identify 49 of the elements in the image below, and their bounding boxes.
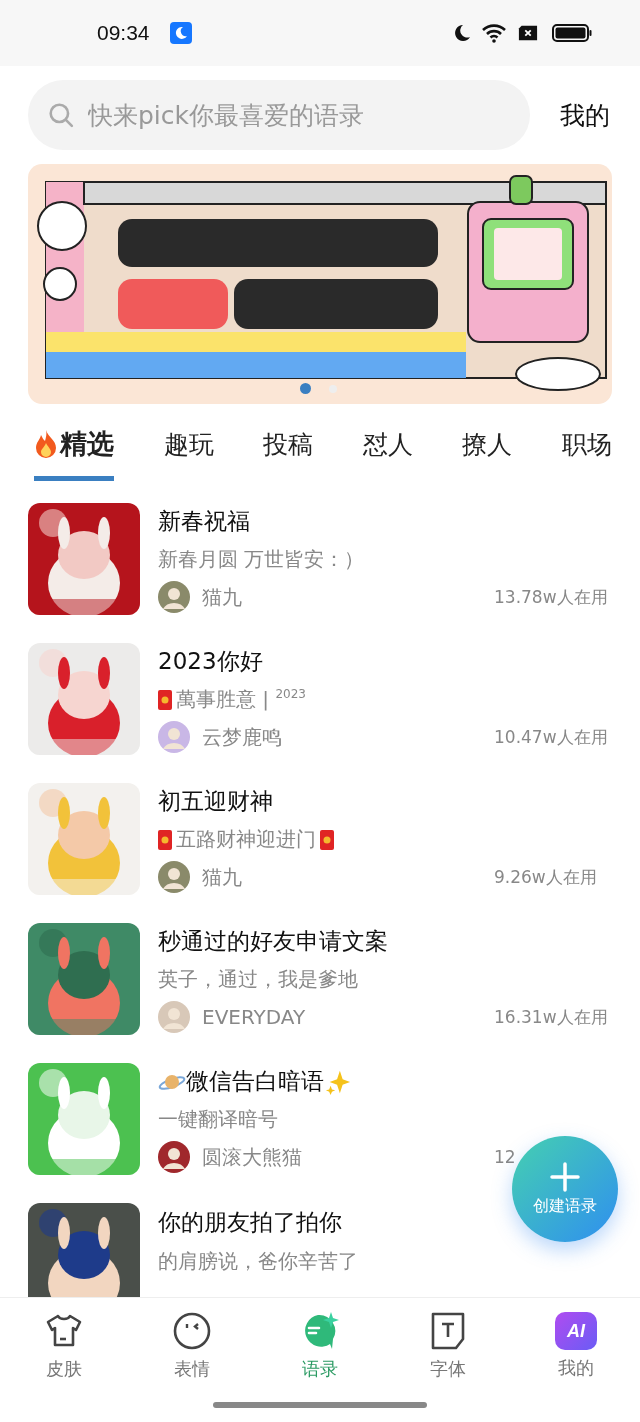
nav-tab[interactable]: 皮肤 [19, 1311, 109, 1381]
quote-subtitle: 一键翻译暗号 [158, 1106, 278, 1134]
category-tab[interactable]: 怼人 [362, 426, 413, 481]
quote-subtitle: 萬事胜意 | $^{2023}$ [176, 686, 306, 714]
search-field[interactable]: 快来pick你最喜爱的语录 [28, 80, 530, 150]
carousel-dot[interactable] [329, 384, 337, 393]
nav-tab[interactable]: 字体 [403, 1311, 493, 1381]
author-name: EVERYDAY [202, 1005, 307, 1030]
quote-title[interactable]: 微信告白暗语 [158, 1063, 352, 1101]
author-name: 云梦鹿鸣 [202, 723, 283, 751]
quote-subtitle: 的肩膀说，爸你辛苦了 [158, 1247, 358, 1275]
author-name: 猫九 [202, 863, 243, 891]
nav-tab[interactable]: AI 我的 [531, 1312, 621, 1380]
usage-count: 10.47w人在用 [494, 725, 609, 749]
category-tab[interactable]: 撩人 [462, 426, 513, 481]
battery-icon [552, 24, 592, 42]
category-tab[interactable]: 趣玩 [163, 426, 214, 481]
moon-app-icon [169, 22, 192, 44]
carousel-dot[interactable] [300, 383, 311, 394]
quote-subtitle: 英子，通过，我是爹地 [158, 966, 358, 994]
nav-tab[interactable]: 表情 [147, 1311, 237, 1381]
avatar[interactable] [158, 1141, 190, 1174]
ai-badge-icon: AI [555, 1312, 597, 1350]
face-icon [172, 1311, 212, 1351]
quote-subtitle: 新春月圆 万世皆安：） [158, 546, 365, 574]
plus-icon [550, 1161, 580, 1192]
nav-tab[interactable]: 语录 [275, 1311, 365, 1381]
avatar[interactable] [158, 581, 190, 614]
usage-count: 9.26w人在用 [494, 865, 598, 889]
quote-title[interactable]: 秒通过的好友申请文案 [158, 923, 388, 961]
usage-count: 16.31w人在用 [494, 1005, 609, 1029]
quote-title[interactable]: 2023你好 [158, 643, 263, 681]
no-sim-icon [518, 23, 538, 43]
quote-subtitle: 五路财神迎进门 [176, 826, 316, 854]
status-time: 09:34 [97, 21, 150, 45]
my-link[interactable]: 我的 [560, 98, 610, 132]
author-name: 圆滚大熊猫 [202, 1143, 303, 1171]
quote-title[interactable]: 初五迎财神 [158, 783, 273, 821]
category-tab[interactable]: 投稿 [263, 426, 314, 481]
usage-count: 13.78w人在用 [494, 585, 609, 609]
author-name: 猫九 [202, 583, 243, 611]
avatar[interactable] [158, 861, 190, 894]
wifi-icon [482, 23, 508, 43]
quote-title[interactable]: 你的朋友拍了拍你 [158, 1203, 342, 1241]
search-icon [48, 102, 74, 128]
moon-icon [452, 23, 472, 43]
category-tab[interactable]: 精选 [34, 426, 114, 481]
category-tab[interactable]: 职场 [561, 426, 612, 481]
quote-title[interactable]: 新春祝福 [158, 503, 250, 541]
